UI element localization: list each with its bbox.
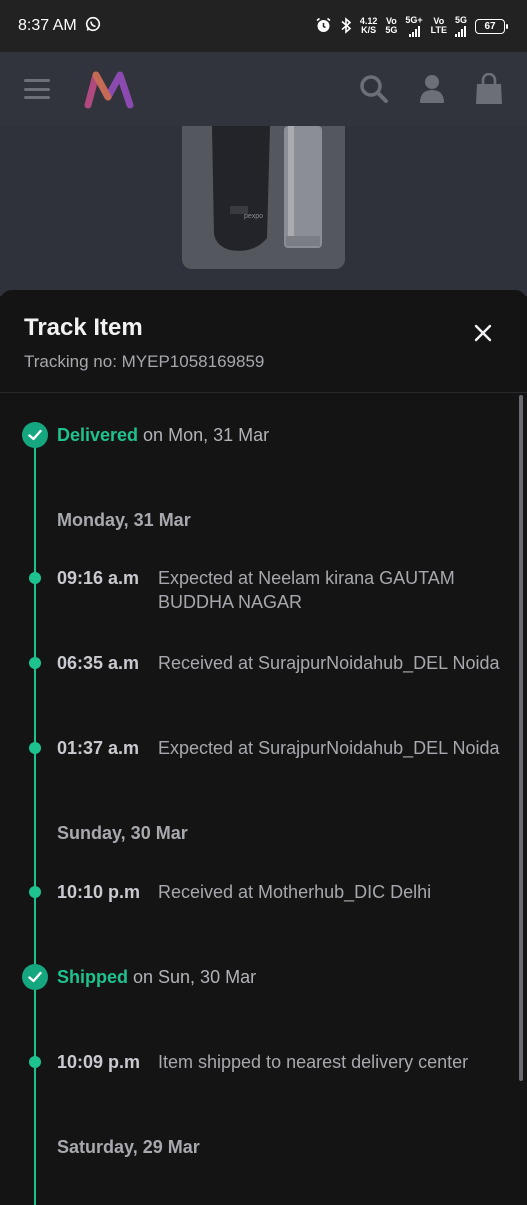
timeline-dot — [29, 572, 41, 584]
search-icon[interactable] — [359, 74, 389, 104]
milestone-date: on Mon, 31 Mar — [138, 425, 270, 445]
sim2-signal: 5G — [455, 15, 467, 37]
sim2-label: Vo LTE — [430, 16, 447, 35]
whatsapp-icon — [85, 16, 101, 37]
signal-icon — [455, 25, 467, 37]
date-header: Saturday, 29 Mar — [57, 1137, 200, 1157]
sheet-title: Track Item — [24, 314, 143, 341]
event-description: Received at SurajpurNoidahub_DEL Noida — [158, 653, 500, 673]
event-time: 10:09 p.m — [57, 1052, 141, 1072]
event-time: 09:16 a.m — [57, 568, 140, 588]
divider — [0, 392, 527, 393]
timeline-line — [34, 435, 36, 1205]
scrollbar[interactable] — [519, 395, 523, 1081]
network-speed: 4.12 K/S — [359, 16, 378, 35]
close-icon — [474, 324, 492, 342]
date-header: Monday, 31 Mar — [57, 510, 191, 530]
signal-icon — [408, 25, 420, 37]
close-button[interactable] — [470, 320, 496, 346]
timeline-dot — [29, 1056, 41, 1068]
delivered-check-icon — [22, 422, 48, 448]
event-description: Expected at SurajpurNoidahub_DEL Noida — [158, 738, 500, 758]
product-image: pexpo — [182, 126, 345, 269]
event-description: Expected at Neelam kirana GAUTAM BUDDHA … — [158, 568, 455, 612]
milestone-date: on Sun, 30 Mar — [128, 967, 257, 987]
bag-icon[interactable] — [475, 73, 503, 105]
battery-icon: 67 — [475, 18, 508, 34]
sim1-signal: 5G+ — [405, 15, 423, 37]
event-time: 06:35 a.m — [57, 653, 140, 673]
milestone-shipped: Shipped on Sun, 30 Mar — [57, 967, 256, 988]
shipped-check-icon — [22, 964, 48, 990]
milestone-status: Delivered — [57, 425, 139, 445]
product-brand-text: pexpo — [244, 213, 263, 220]
status-time: 8:37 AM — [18, 17, 77, 34]
profile-icon[interactable] — [419, 74, 445, 104]
alarm-icon — [315, 17, 332, 36]
bluetooth-icon — [340, 16, 352, 36]
menu-icon[interactable] — [24, 79, 50, 99]
milestone-delivered: Delivered on Mon, 31 Mar — [57, 425, 269, 446]
milestone-status: Shipped — [57, 967, 128, 987]
timeline-dot — [29, 657, 41, 669]
status-bar: 8:37 AM 4.12 K/S Vo 5G 5G+ Vo LTE 5G 67 — [0, 0, 527, 52]
event-time: 10:10 p.m — [57, 882, 141, 902]
event-description: Received at Motherhub_DIC Delhi — [158, 882, 432, 902]
event-description: Item shipped to nearest delivery center — [158, 1052, 469, 1072]
timeline-dot — [29, 742, 41, 754]
timeline-dot — [29, 886, 41, 898]
date-header: Sunday, 30 Mar — [57, 823, 188, 843]
brand-logo[interactable] — [84, 69, 140, 109]
app-header — [0, 52, 527, 126]
tracking-number: Tracking no: MYEP1058169859 — [24, 352, 265, 371]
event-time: 01:37 a.m — [57, 738, 140, 758]
track-item-sheet: Track Item Tracking no: MYEP1058169859 D… — [0, 290, 527, 1205]
page-backdrop: pexpo — [0, 126, 527, 296]
sim1-label: Vo 5G — [385, 16, 398, 35]
